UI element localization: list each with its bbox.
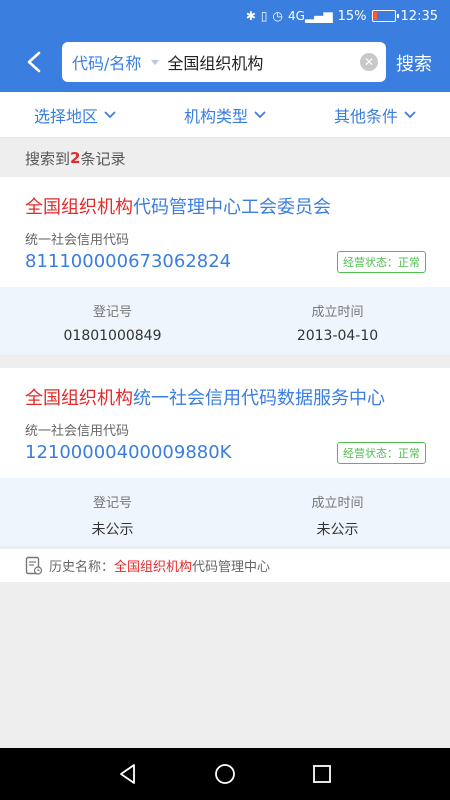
nav-recents-icon[interactable] — [310, 762, 334, 786]
history-rest: 代码管理中心 — [192, 560, 271, 575]
card-meta: 登记号 01801000849 成立时间 2013-04-10 — [0, 287, 450, 355]
reg-no: 登记号 未公示 — [91, 496, 134, 538]
result-count-number: 2 — [70, 149, 81, 167]
battery-percent: 15% — [337, 8, 367, 24]
chevron-down-icon — [404, 110, 416, 118]
result-count: 搜索到 2 条记录 — [0, 141, 450, 175]
filter-org-type[interactable]: 机构类型 — [150, 92, 300, 137]
org-name: 全国组织机构统一社会信用代码数据服务中心 — [25, 388, 385, 409]
bluetooth-icon: ✱ — [245, 9, 256, 23]
chevron-down-icon — [104, 110, 116, 118]
credit-code: 12100000400009880K — [25, 442, 232, 463]
established-date: 成立时间 2013-04-10 — [296, 305, 379, 344]
filter-label: 机构类型 — [183, 106, 248, 126]
result-card[interactable]: 全国组织机构代码管理中心工会委员会 统一社会信用代码 8111000006730… — [0, 177, 450, 355]
code-label: 统一社会信用代码 — [25, 424, 130, 439]
back-button[interactable] — [18, 46, 50, 78]
filter-region[interactable]: 选择地区 — [0, 92, 150, 137]
clock: 12:35 — [400, 8, 438, 24]
history-name-row: 历史名称： 全国组织机构 代码管理中心 — [0, 548, 450, 582]
code-label: 统一社会信用代码 — [25, 233, 130, 248]
org-name: 全国组织机构代码管理中心工会委员会 — [25, 197, 331, 218]
search-box[interactable]: 代码/名称 全国组织机构 ✕ — [62, 42, 386, 82]
search-type-label: 代码/名称 — [72, 54, 142, 73]
established-date: 成立时间 未公示 — [311, 496, 364, 538]
filter-other[interactable]: 其他条件 — [300, 92, 450, 137]
status-icons: ✱ ▯ ◷ 4G▂▄▆ 15% 12:35 — [246, 6, 438, 26]
filter-bar: 选择地区 机构类型 其他条件 — [0, 92, 450, 138]
vibrate-icon: ▯ — [260, 9, 268, 23]
search-button[interactable]: 搜索 — [396, 50, 432, 76]
nav-back-icon[interactable] — [116, 762, 140, 786]
history-label: 历史名称： — [49, 560, 115, 575]
reg-no: 登记号 01801000849 — [63, 305, 162, 344]
system-nav-bar — [0, 748, 450, 800]
filter-label: 选择地区 — [33, 106, 98, 126]
battery-icon — [371, 10, 399, 22]
clear-icon[interactable]: ✕ — [360, 53, 378, 71]
4g-signal-icon: 4G▂▄▆ — [288, 9, 333, 23]
caret-down-icon — [151, 59, 160, 65]
app-bar: 代码/名称 全国组织机构 ✕ 搜索 — [0, 32, 450, 92]
chevron-left-icon — [27, 51, 41, 73]
history-document-icon — [25, 556, 43, 575]
search-type-select[interactable]: 代码/名称 — [62, 50, 167, 74]
history-highlight: 全国组织机构 — [114, 560, 193, 575]
alarm-icon: ◷ — [272, 9, 283, 23]
filter-label: 其他条件 — [333, 106, 398, 126]
search-input[interactable]: 全国组织机构 — [167, 50, 360, 74]
chevron-down-icon — [254, 110, 266, 118]
result-card[interactable]: 全国组织机构统一社会信用代码数据服务中心 统一社会信用代码 1210000040… — [0, 368, 450, 546]
status-badge: 经营状态：正常 — [337, 442, 426, 464]
status-bar: ✱ ▯ ◷ 4G▂▄▆ 15% 12:35 — [0, 0, 450, 32]
credit-code: 811100000673062824 — [25, 251, 232, 272]
status-badge: 经营状态：正常 — [337, 251, 426, 273]
card-meta: 登记号 未公示 成立时间 未公示 — [0, 478, 450, 546]
nav-home-icon[interactable] — [213, 762, 237, 786]
